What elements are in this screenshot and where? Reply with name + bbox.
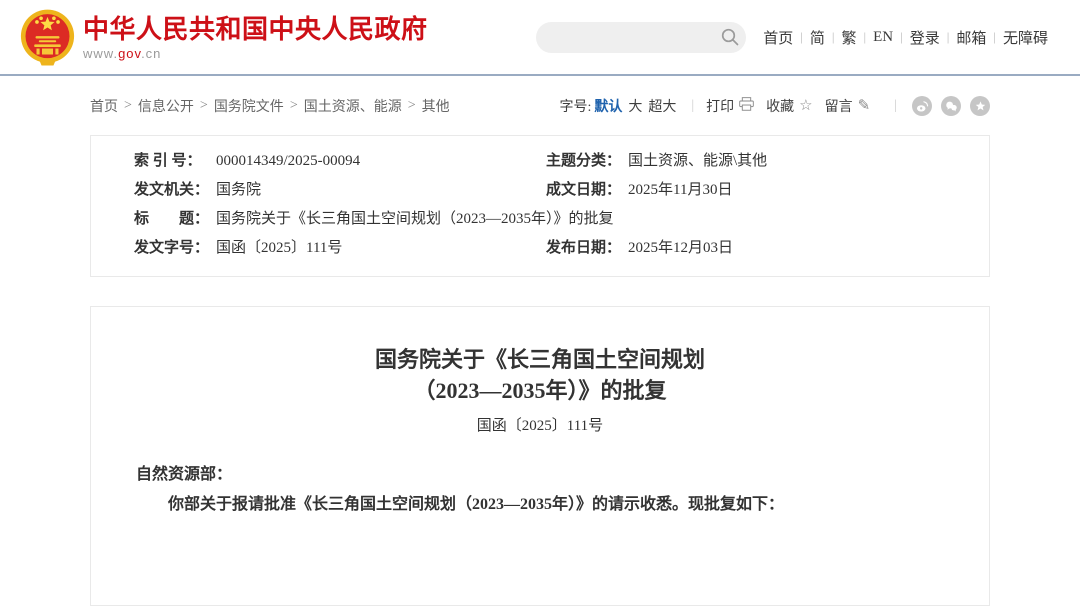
weibo-share-icon[interactable] [912, 96, 932, 116]
meta-index-value: 000014349/2025-00094 [216, 147, 360, 176]
comment-button[interactable]: 留言 ✎ [825, 96, 871, 116]
logo-text: 中华人民共和国中央人民政府 www.gov.cn [83, 14, 428, 61]
breadcrumb-land-energy[interactable]: 国土资源、能源 [304, 96, 402, 116]
font-size-default[interactable]: 默认 [594, 96, 622, 116]
print-button[interactable]: 打印 [706, 96, 754, 116]
document-content-box: 国务院关于《长三角国土空间规划 （2023—2035年）》的批复 国函〔2025… [90, 306, 990, 606]
more-share-icon[interactable] [970, 96, 990, 116]
meta-category-label: 主题分类： [546, 147, 628, 176]
meta-index-label: 索 引 号： [134, 147, 216, 176]
nav-traditional[interactable]: 繁 [835, 27, 864, 48]
nav-simplified[interactable]: 简 [803, 27, 832, 48]
meta-doc-no-label: 发文字号： [134, 234, 216, 263]
search-icon[interactable] [719, 27, 740, 48]
nav-home[interactable]: 首页 [756, 27, 800, 48]
pencil-icon: ✎ [858, 99, 871, 114]
favorite-button[interactable]: 收藏 ☆ [766, 96, 812, 116]
meta-agency-label: 发文机关： [134, 176, 216, 205]
search-bar [536, 22, 746, 53]
document-number: 国函〔2025〕111号 [91, 414, 989, 435]
meta-date-written-label: 成文日期： [546, 176, 628, 205]
meta-row: 发文字号： 国函〔2025〕111号 发布日期： 2025年12月03日 [91, 234, 989, 263]
page-tools: 字号: 默认 大 超大 | 打印 收藏 ☆ 留言 ✎ | [559, 96, 990, 116]
nav-english[interactable]: EN [866, 29, 900, 46]
national-emblem-icon [20, 8, 75, 68]
printer-icon [739, 97, 754, 115]
toolbar-row: 首页 > 信息公开 > 国务院文件 > 国土资源、能源 > 其他 字号: 默认 … [90, 95, 990, 117]
breadcrumb-info-disclosure[interactable]: 信息公开 [138, 96, 194, 116]
document-title: 国务院关于《长三角国土空间规划 （2023—2035年）》的批复 [91, 344, 989, 406]
gov-logo[interactable]: 中华人民共和国中央人民政府 www.gov.cn [20, 6, 428, 68]
search-input[interactable] [536, 22, 746, 53]
top-nav: 首页 | 简 | 繁 | EN | 登录 | 邮箱 | 无障碍 [756, 27, 1055, 48]
meta-date-published-label: 发布日期： [546, 234, 628, 263]
meta-date-published-value: 2025年12月03日 [628, 234, 733, 263]
document-meta-box: 索 引 号： 000014349/2025-00094 主题分类： 国土资源、能… [90, 135, 990, 277]
meta-doc-no-value: 国函〔2025〕111号 [216, 234, 342, 263]
site-url: www.gov.cn [83, 46, 428, 61]
meta-title-label: 标 题： [134, 205, 216, 234]
nav-mail[interactable]: 邮箱 [949, 27, 993, 48]
font-size-large[interactable]: 大 [628, 96, 642, 116]
breadcrumb: 首页 > 信息公开 > 国务院文件 > 国土资源、能源 > 其他 [90, 96, 450, 116]
meta-date-written-value: 2025年11月30日 [628, 176, 732, 205]
font-size-xlarge[interactable]: 超大 [648, 96, 676, 116]
meta-title-value: 国务院关于《长三角国土空间规划（2023—2035年）》的批复 [216, 205, 614, 234]
breadcrumb-state-council-docs[interactable]: 国务院文件 [214, 96, 284, 116]
site-title: 中华人民共和国中央人民政府 [83, 14, 428, 44]
share-icons [903, 96, 990, 116]
breadcrumb-home[interactable]: 首页 [90, 96, 118, 116]
meta-agency-value: 国务院 [216, 176, 261, 205]
meta-row: 标 题： 国务院关于《长三角国土空间规划（2023—2035年）》的批复 [91, 205, 989, 234]
wechat-share-icon[interactable] [941, 96, 961, 116]
nav-accessibility[interactable]: 无障碍 [996, 27, 1055, 48]
meta-row: 发文机关： 国务院 成文日期： 2025年11月30日 [91, 176, 989, 205]
star-icon: ☆ [799, 99, 812, 114]
document-salutation: 自然资源部： [136, 460, 944, 490]
nav-login[interactable]: 登录 [903, 27, 947, 48]
document-body: 自然资源部： 你部关于报请批准《长三角国土空间规划（2023—2035年）》的请… [91, 460, 989, 520]
meta-category-value: 国土资源、能源\其他 [628, 147, 767, 176]
meta-row: 索 引 号： 000014349/2025-00094 主题分类： 国土资源、能… [91, 147, 989, 176]
site-header: 中华人民共和国中央人民政府 www.gov.cn 首页 | 简 | 繁 | EN… [0, 0, 1080, 76]
breadcrumb-other[interactable]: 其他 [422, 96, 450, 116]
document-paragraph: 你部关于报请批准《长三角国土空间规划（2023—2035年）》的请示收悉。现批复… [136, 490, 944, 520]
font-size-label: 字号: [559, 96, 591, 116]
